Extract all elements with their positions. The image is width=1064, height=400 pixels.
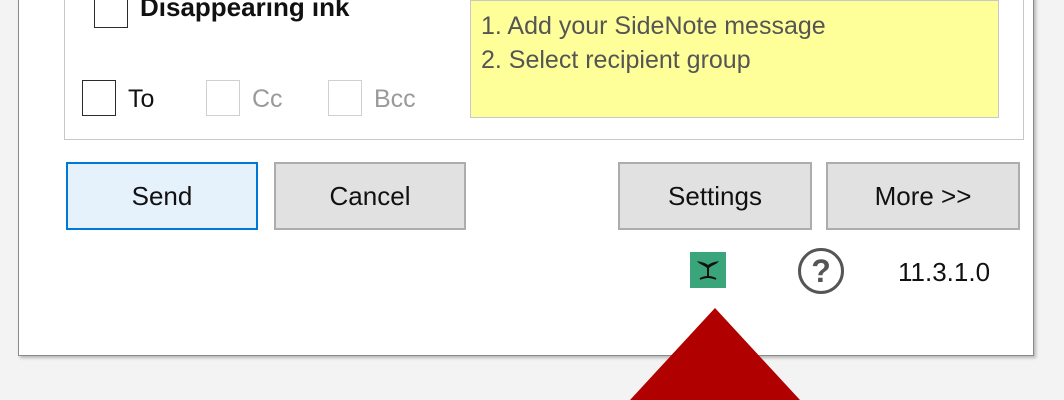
instruction-note: 1. Add your SideNote message 2. Select r…	[470, 0, 999, 118]
bcc-label: Bcc	[374, 85, 416, 113]
whale-tail-glyph	[697, 261, 719, 280]
to-label: To	[128, 85, 155, 113]
cc-label: Cc	[252, 85, 283, 113]
instruction-line-2: 2. Select recipient group	[481, 46, 751, 74]
cancel-button[interactable]: Cancel	[274, 162, 466, 230]
send-button[interactable]: Send	[66, 162, 258, 230]
cc-checkbox[interactable]	[206, 80, 240, 116]
to-checkbox[interactable]	[82, 80, 116, 116]
instruction-line-1: 1. Add your SideNote message	[481, 12, 826, 40]
disappearing-ink-checkbox[interactable]	[94, 0, 128, 28]
settings-button[interactable]: Settings	[618, 162, 812, 230]
help-glyph: ?	[811, 252, 831, 289]
question-mark-icon[interactable]: ?	[798, 248, 844, 294]
more-button[interactable]: More >>	[826, 162, 1020, 230]
whale-tail-icon[interactable]	[690, 252, 726, 288]
disappearing-ink-label: Disappearing ink	[140, 0, 350, 22]
bcc-checkbox[interactable]	[328, 80, 362, 116]
version-label: 11.3.1.0	[898, 257, 991, 287]
red-arrow-icon	[630, 308, 800, 400]
